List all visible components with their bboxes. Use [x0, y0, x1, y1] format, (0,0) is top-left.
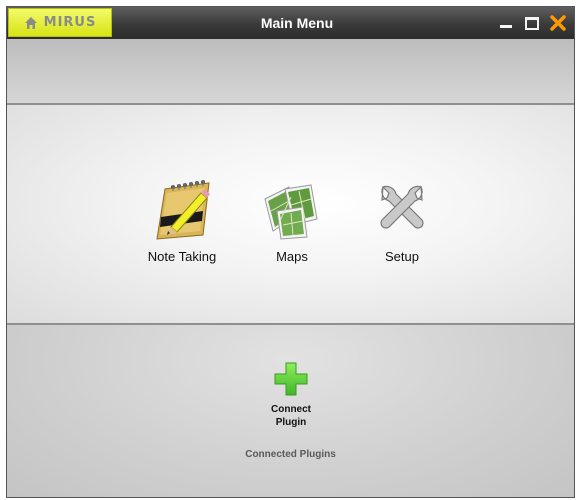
close-button[interactable] — [550, 15, 566, 31]
title-bar[interactable]: MIRUS Main Menu — [7, 7, 574, 39]
connect-plugin-button[interactable]: Connect Plugin — [247, 361, 335, 429]
mirus-logo-tab[interactable]: MIRUS — [8, 8, 112, 37]
app-window: MIRUS Main Menu Note Taking Maps Setup C… — [6, 6, 575, 498]
window-controls — [498, 7, 566, 39]
menu-item-label: Maps — [276, 249, 308, 264]
connected-plugins-heading: Connected Plugins — [245, 449, 336, 460]
window-title: Main Menu — [260, 15, 334, 31]
logo-text: MIRUS — [43, 15, 97, 30]
toolbar-band — [7, 39, 574, 105]
plugins-section: Connect Plugin Connected Plugins — [7, 325, 574, 497]
maps-icon — [264, 184, 318, 240]
menu-item-setup[interactable]: Setup — [357, 177, 447, 264]
notepad-icon — [156, 180, 210, 240]
main-menu-panel: Note Taking Maps Setup — [7, 105, 574, 325]
connect-plugin-label: Connect Plugin — [271, 404, 311, 428]
menu-item-note-taking[interactable]: Note Taking — [137, 177, 227, 264]
close-icon — [550, 15, 566, 31]
menu-item-maps[interactable]: Maps — [247, 177, 337, 264]
minimize-button[interactable] — [498, 15, 514, 31]
menu-item-label: Note Taking — [147, 249, 217, 264]
menu-items: Note Taking Maps Setup — [137, 177, 457, 287]
maximize-icon — [525, 16, 539, 30]
maximize-button[interactable] — [524, 15, 540, 31]
wrench-icon — [380, 185, 424, 229]
home-icon — [24, 16, 37, 29]
minimize-icon — [500, 24, 512, 28]
green-plus-icon — [274, 362, 308, 396]
menu-item-label: Setup — [385, 249, 419, 264]
